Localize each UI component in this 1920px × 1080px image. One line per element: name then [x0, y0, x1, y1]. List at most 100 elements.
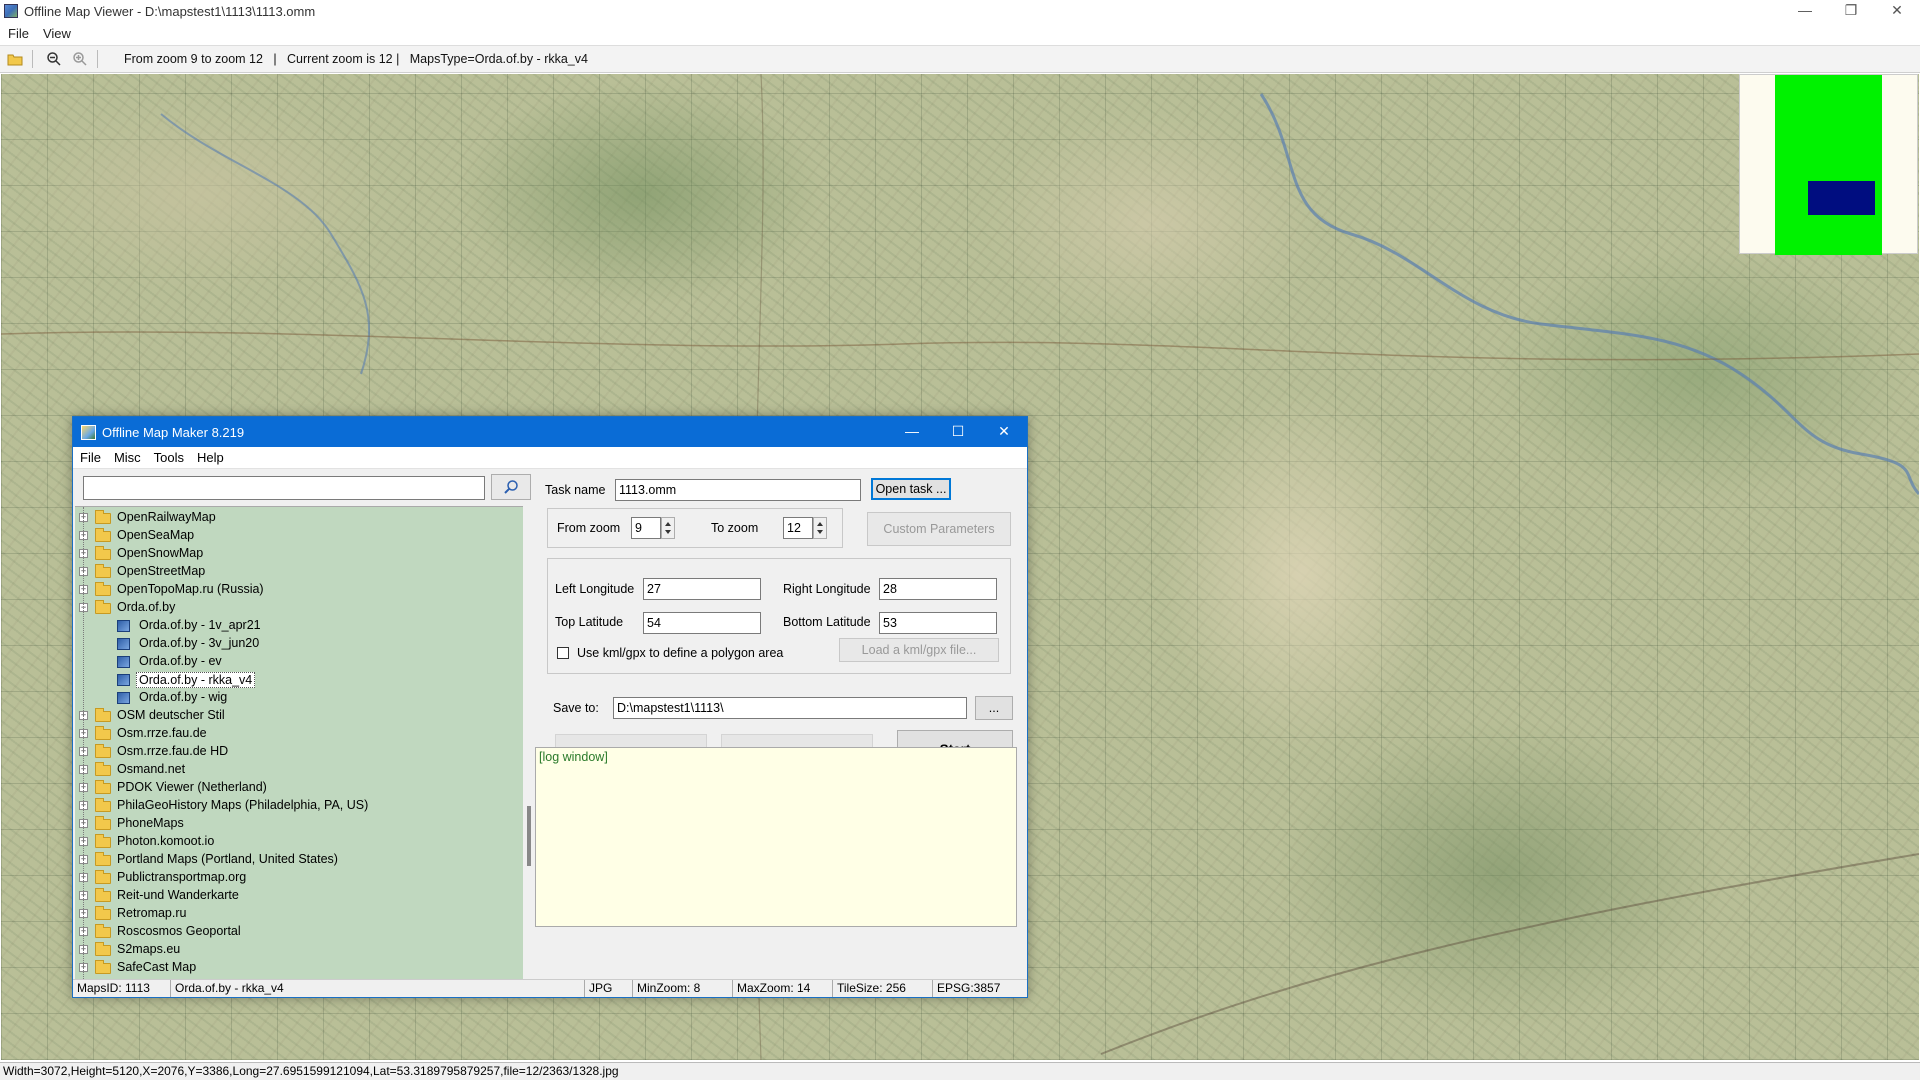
tree-folder-item[interactable]: + Osmand.net — [75, 761, 523, 779]
from-zoom-input[interactable] — [631, 517, 661, 539]
folder-icon — [95, 870, 111, 884]
folder-icon — [95, 546, 111, 560]
tree-folder-item[interactable]: + Publictransportmap.org — [75, 869, 523, 887]
menu-file[interactable]: File — [8, 26, 29, 41]
tree-folder-item[interactable]: + OpenSeaMap — [75, 527, 523, 545]
folder-icon — [95, 726, 111, 740]
close-button[interactable]: ✕ — [1874, 0, 1920, 22]
menu-view[interactable]: View — [43, 26, 71, 41]
minimap[interactable] — [1739, 74, 1918, 255]
map-layer-icon — [117, 656, 130, 668]
tree-folder-item[interactable]: + OpenStreetMap — [75, 563, 523, 581]
task-name-input[interactable] — [615, 479, 861, 501]
map-search-input[interactable] — [83, 476, 485, 500]
minimap-viewport[interactable] — [1808, 181, 1875, 215]
tree-item-label: PDOK Viewer (Netherland) — [117, 780, 267, 794]
from-zoom-spinner[interactable] — [661, 517, 675, 539]
map-search-button[interactable] — [491, 474, 531, 500]
tree-item-label: OpenStreetMap — [117, 564, 206, 578]
to-zoom-spinner[interactable] — [813, 517, 827, 539]
tree-item-label: Retromap.ru — [117, 906, 187, 920]
folder-icon — [95, 798, 111, 812]
task-name-label: Task name — [545, 483, 606, 497]
log-scrollbar[interactable] — [1017, 747, 1027, 927]
dialog-menu-misc[interactable]: Misc — [114, 450, 141, 465]
folder-icon — [95, 564, 111, 578]
dialog-menu-tools[interactable]: Tools — [154, 450, 184, 465]
current-map-name: Orda.of.by - rkka_v4 — [171, 980, 585, 997]
open-task-button[interactable]: Open task ... — [871, 478, 951, 500]
tree-folder-item[interactable]: + OpenTopoMap.ru (Russia) — [75, 581, 523, 599]
tree-folder-item[interactable]: + OpenRailwayMap — [75, 509, 523, 527]
tree-connector-line — [83, 507, 84, 979]
tree-map-item[interactable]: Orda.of.by - rkka_v4 — [75, 671, 523, 689]
tree-scroll-thumb[interactable] — [527, 806, 531, 866]
epsg-code: EPSG:3857 — [937, 981, 1001, 995]
tree-folder-item[interactable]: + PhoneMaps — [75, 815, 523, 833]
tree-map-item[interactable]: Orda.of.by - 1v_apr21 — [75, 617, 523, 635]
toolbar-separator — [32, 50, 33, 68]
tree-folder-item[interactable]: + PDOK Viewer (Netherland) — [75, 779, 523, 797]
dialog-app-icon — [81, 424, 96, 440]
left-longitude-input[interactable] — [643, 578, 761, 600]
tree-folder-item[interactable]: + Retromap.ru — [75, 905, 523, 923]
tree-scrollbar[interactable] — [525, 506, 533, 984]
zoom-in-button[interactable] — [69, 48, 91, 70]
folder-icon — [95, 600, 111, 614]
folder-icon — [95, 852, 111, 866]
dialog-close-button[interactable]: ✕ — [981, 417, 1027, 447]
custom-parameters-button[interactable]: Custom Parameters — [867, 512, 1011, 546]
load-kml-button[interactable]: Load a kml/gpx file... — [839, 638, 999, 662]
browse-folder-button[interactable]: ... — [975, 696, 1013, 720]
map-layer-icon — [117, 692, 130, 704]
top-latitude-input[interactable] — [643, 612, 761, 634]
zoom-out-button[interactable] — [43, 48, 65, 70]
tree-folder-item[interactable]: + S2maps.eu — [75, 941, 523, 959]
log-window[interactable]: [log window] — [535, 747, 1017, 927]
open-folder-button[interactable] — [4, 48, 26, 70]
dialog-menu-file[interactable]: File — [80, 450, 101, 465]
to-zoom-input[interactable] — [783, 517, 813, 539]
kml-polygon-checkbox[interactable] — [557, 647, 569, 659]
dialog-minimize-button[interactable]: — — [889, 417, 935, 447]
tree-folder-item[interactable]: + OSM deutscher Stil — [75, 707, 523, 725]
kml-polygon-label: Use kml/gpx to define a polygon area — [577, 646, 784, 660]
top-latitude-label: Top Latitude — [555, 615, 624, 629]
tree-folder-item[interactable]: + Osm.rrze.fau.de — [75, 725, 523, 743]
app-icon — [4, 4, 18, 18]
minimize-button[interactable]: — — [1782, 0, 1828, 22]
right-longitude-input[interactable] — [879, 578, 997, 600]
folder-icon — [95, 960, 111, 974]
tree-map-item[interactable]: Orda.of.by - 3v_jun20 — [75, 635, 523, 653]
dialog-menu-help[interactable]: Help — [197, 450, 224, 465]
dialog-maximize-button[interactable]: ☐ — [935, 417, 981, 447]
tree-folder-item[interactable]: + Osm.rrze.fau.de HD — [75, 743, 523, 761]
tree-item-label: Orda.of.by — [117, 600, 176, 614]
tree-map-item[interactable]: Orda.of.by - wig — [75, 689, 523, 707]
right-longitude-label: Right Longitude — [783, 582, 871, 596]
tree-item-label: SafeCast Map — [117, 960, 197, 974]
toolbar: From zoom 9 to zoom 12 | Current zoom is… — [0, 45, 1920, 73]
tree-map-item[interactable]: Orda.of.by - ev — [75, 653, 523, 671]
bottom-latitude-input[interactable] — [879, 612, 997, 634]
tree-item-label: Publictransportmap.org — [117, 870, 247, 884]
dialog-window-controls: — ☐ ✕ — [889, 417, 1027, 447]
tree-item-label: S2maps.eu — [117, 942, 181, 956]
tile-size: TileSize: 256 — [833, 980, 933, 997]
save-to-input[interactable] — [613, 697, 967, 719]
tree-folder-item[interactable]: − Orda.of.by — [75, 599, 523, 617]
tree-folder-item[interactable]: + SafeCast Map — [75, 959, 523, 977]
minimap-coverage — [1775, 75, 1882, 255]
tree-folder-item[interactable]: + OpenSnowMap — [75, 545, 523, 563]
tree-folder-item[interactable]: + PhilaGeoHistory Maps (Philadelphia, PA,… — [75, 797, 523, 815]
folder-icon — [95, 834, 111, 848]
dialog-menu-bar: File Misc Tools Help — [73, 447, 1027, 469]
map-source-tree[interactable]: + OpenRailwayMap + OpenSeaMap + OpenSnowMap + O… — [75, 506, 523, 984]
map-layer-icon — [117, 638, 130, 650]
folder-icon — [95, 708, 111, 722]
tree-folder-item[interactable]: + Portland Maps (Portland, United States) — [75, 851, 523, 869]
tree-folder-item[interactable]: + Reit-und Wanderkarte — [75, 887, 523, 905]
tree-folder-item[interactable]: + Roscosmos Geoportal — [75, 923, 523, 941]
maximize-button[interactable]: ❐ — [1828, 0, 1874, 22]
tree-folder-item[interactable]: + Photon.komoot.io — [75, 833, 523, 851]
